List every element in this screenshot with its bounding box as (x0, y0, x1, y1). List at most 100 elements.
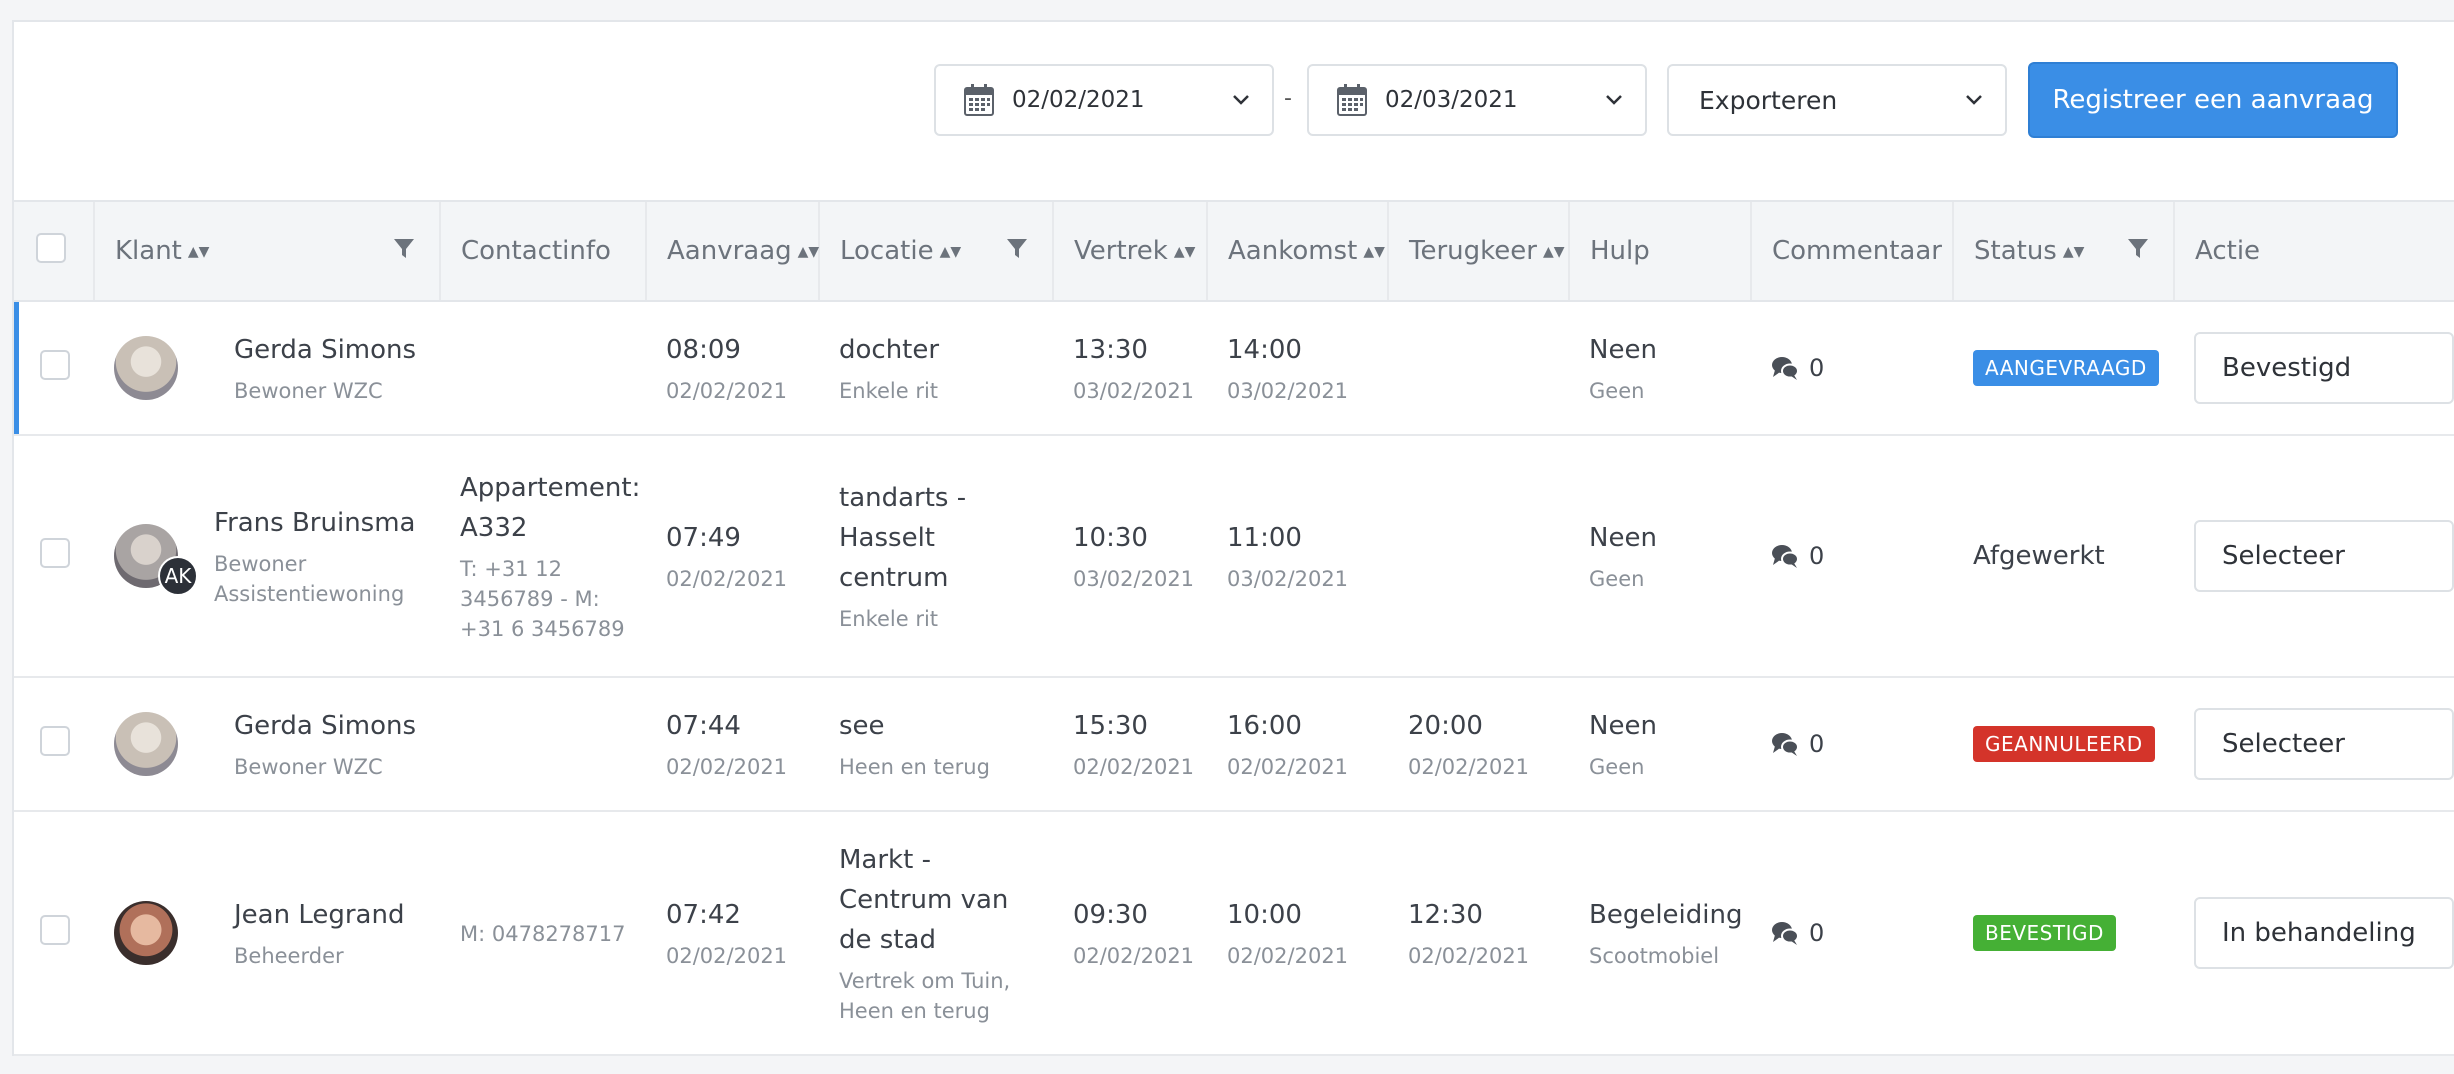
export-label: Exporteren (1699, 85, 1838, 115)
sort-icon[interactable]: ▲▼ (1543, 244, 1565, 260)
row-checkbox[interactable] (40, 537, 70, 568)
return-time: 20:00 (1408, 711, 1483, 741)
sort-icon[interactable]: ▲▼ (188, 244, 210, 260)
request-date: 02/02/2021 (666, 567, 788, 591)
status-text: Afgewerkt (1973, 541, 2105, 571)
location-sub: Enkele rit (839, 379, 939, 403)
header-actie: Actie (2173, 200, 2454, 302)
action-select[interactable]: In behandeling (2194, 897, 2454, 969)
help-sub: Geen (1589, 755, 1645, 779)
location: dochter (839, 335, 940, 365)
return-date: 02/02/2021 (1408, 755, 1530, 779)
sort-icon[interactable]: ▲▼ (798, 244, 820, 260)
avatar: AK (114, 524, 198, 596)
comment-count: 0 (1809, 542, 1825, 570)
client-name[interactable]: Frans Bruinsma (214, 503, 416, 543)
date-separator: - (1284, 86, 1292, 111)
table-row[interactable]: AK Frans Bruinsma Bewoner Assistentiewon… (14, 435, 2454, 678)
avatar (114, 336, 178, 400)
comments-link[interactable]: 0 (1771, 354, 1933, 382)
request-time: 07:49 (666, 523, 741, 553)
status-badge: AANGEVRAAGD (1973, 350, 2159, 386)
sort-icon[interactable]: ▲▼ (1174, 244, 1196, 260)
export-dropdown[interactable]: Exporteren (1667, 64, 2007, 136)
chevron-down-icon (1233, 95, 1249, 105)
comments-icon (1772, 733, 1799, 756)
row-checkbox[interactable] (40, 914, 70, 945)
requests-table: Klant ▲▼ Contactinfo Aanvraag ▲▼ Locatie ▲▼… (14, 200, 2454, 1056)
header-status[interactable]: Status ▲▼ (1952, 200, 2174, 302)
arrival-date: 02/02/2021 (1227, 944, 1349, 968)
row-checkbox[interactable] (40, 349, 70, 380)
header-vertrek[interactable]: Vertrek ▲▼ (1052, 200, 1207, 302)
sort-icon[interactable]: ▲▼ (1363, 244, 1385, 260)
client-role: Bewoner WZC (234, 755, 383, 779)
date-to-picker[interactable]: 02/03/2021 (1307, 64, 1647, 136)
comments-link[interactable]: 0 (1771, 919, 1933, 947)
header-select-all[interactable] (14, 200, 94, 302)
departure-date: 02/02/2021 (1073, 944, 1195, 968)
arrival-time: 16:00 (1227, 711, 1302, 741)
row-checkbox[interactable] (40, 725, 70, 756)
action-select[interactable]: Bevestigd (2194, 332, 2454, 404)
date-to-value: 02/03/2021 (1385, 87, 1518, 113)
help-type: Neen (1589, 711, 1657, 741)
filter-icon[interactable] (2127, 238, 2149, 260)
avatar (114, 712, 178, 776)
comments-link[interactable]: 0 (1771, 730, 1933, 758)
departure-time: 13:30 (1073, 335, 1148, 365)
table-row[interactable]: Jean Legrand Beheerder M: 0478278717 07:… (14, 811, 2454, 1056)
header-locatie[interactable]: Locatie ▲▼ (818, 200, 1053, 302)
help-type: Neen (1589, 523, 1657, 553)
client-name[interactable]: Jean Legrand (234, 895, 404, 935)
header-aanvraag[interactable]: Aanvraag ▲▼ (645, 200, 820, 302)
status-badge: BEVESTIGD (1973, 915, 2116, 951)
filter-icon[interactable] (1006, 238, 1028, 260)
help-type: Neen (1589, 335, 1657, 365)
client-name[interactable]: Gerda Simons (234, 330, 416, 370)
departure-date: 03/02/2021 (1073, 379, 1195, 403)
header-contactinfo: Contactinfo (439, 200, 646, 302)
location: see (839, 711, 885, 741)
comment-count: 0 (1809, 919, 1825, 947)
request-time: 07:42 (666, 900, 741, 930)
filter-icon[interactable] (393, 238, 415, 260)
action-select[interactable]: Selecteer (2194, 520, 2454, 592)
arrival-time: 10:00 (1227, 900, 1302, 930)
sort-icon[interactable]: ▲▼ (940, 244, 962, 260)
location: Markt - Centrum van de stad (839, 845, 1009, 955)
date-from-picker[interactable]: 02/02/2021 (934, 64, 1274, 136)
chevron-down-icon (1966, 95, 1982, 105)
client-name[interactable]: Gerda Simons (234, 706, 416, 746)
register-request-button[interactable]: Registreer een aanvraag (2028, 62, 2398, 138)
comments-icon (1772, 545, 1799, 568)
contact-info: M: 0478278717 (460, 921, 626, 946)
arrival-date: 03/02/2021 (1227, 567, 1349, 591)
table-row[interactable]: Gerda Simons Bewoner WZC 08:09 02/02/2021… (14, 301, 2454, 436)
toolbar: 02/02/2021 - 02/03/2021 Exporteren Regis… (14, 22, 2454, 200)
header-hulp: Hulp (1568, 200, 1751, 302)
table-header: Klant ▲▼ Contactinfo Aanvraag ▲▼ Locatie ▲▼… (14, 200, 2454, 302)
header-klant[interactable]: Klant ▲▼ (93, 200, 440, 302)
status-badge: GEANNULEERD (1973, 726, 2155, 762)
table-row[interactable]: Gerda Simons Bewoner WZC 07:44 02/02/2021… (14, 677, 2454, 812)
request-date: 02/02/2021 (666, 755, 788, 779)
help-sub: Geen (1589, 567, 1645, 591)
header-commentaar: Commentaar (1750, 200, 1953, 302)
client-role: Bewoner WZC (234, 379, 383, 403)
comments-link[interactable]: 0 (1771, 542, 1933, 570)
request-time: 08:09 (666, 335, 741, 365)
calendar-icon (964, 84, 994, 116)
action-select[interactable]: Selecteer (2194, 708, 2454, 780)
location-sub: Enkele rit (839, 607, 939, 631)
return-time: 12:30 (1408, 900, 1483, 930)
contact-info: T: +31 12 3456789 - M: +31 6 3456789 (460, 557, 625, 641)
sort-icon[interactable]: ▲▼ (2063, 244, 2085, 260)
select-all-checkbox[interactable] (36, 232, 66, 263)
arrival-time: 14:00 (1227, 335, 1302, 365)
avatar (114, 901, 178, 965)
header-aankomst[interactable]: Aankomst ▲▼ (1206, 200, 1388, 302)
location-sub: Vertrek om Tuin, Heen en terug (839, 969, 1011, 1023)
comments-icon (1772, 357, 1799, 380)
header-terugkeer[interactable]: Terugkeer ▲▼ (1387, 200, 1569, 302)
